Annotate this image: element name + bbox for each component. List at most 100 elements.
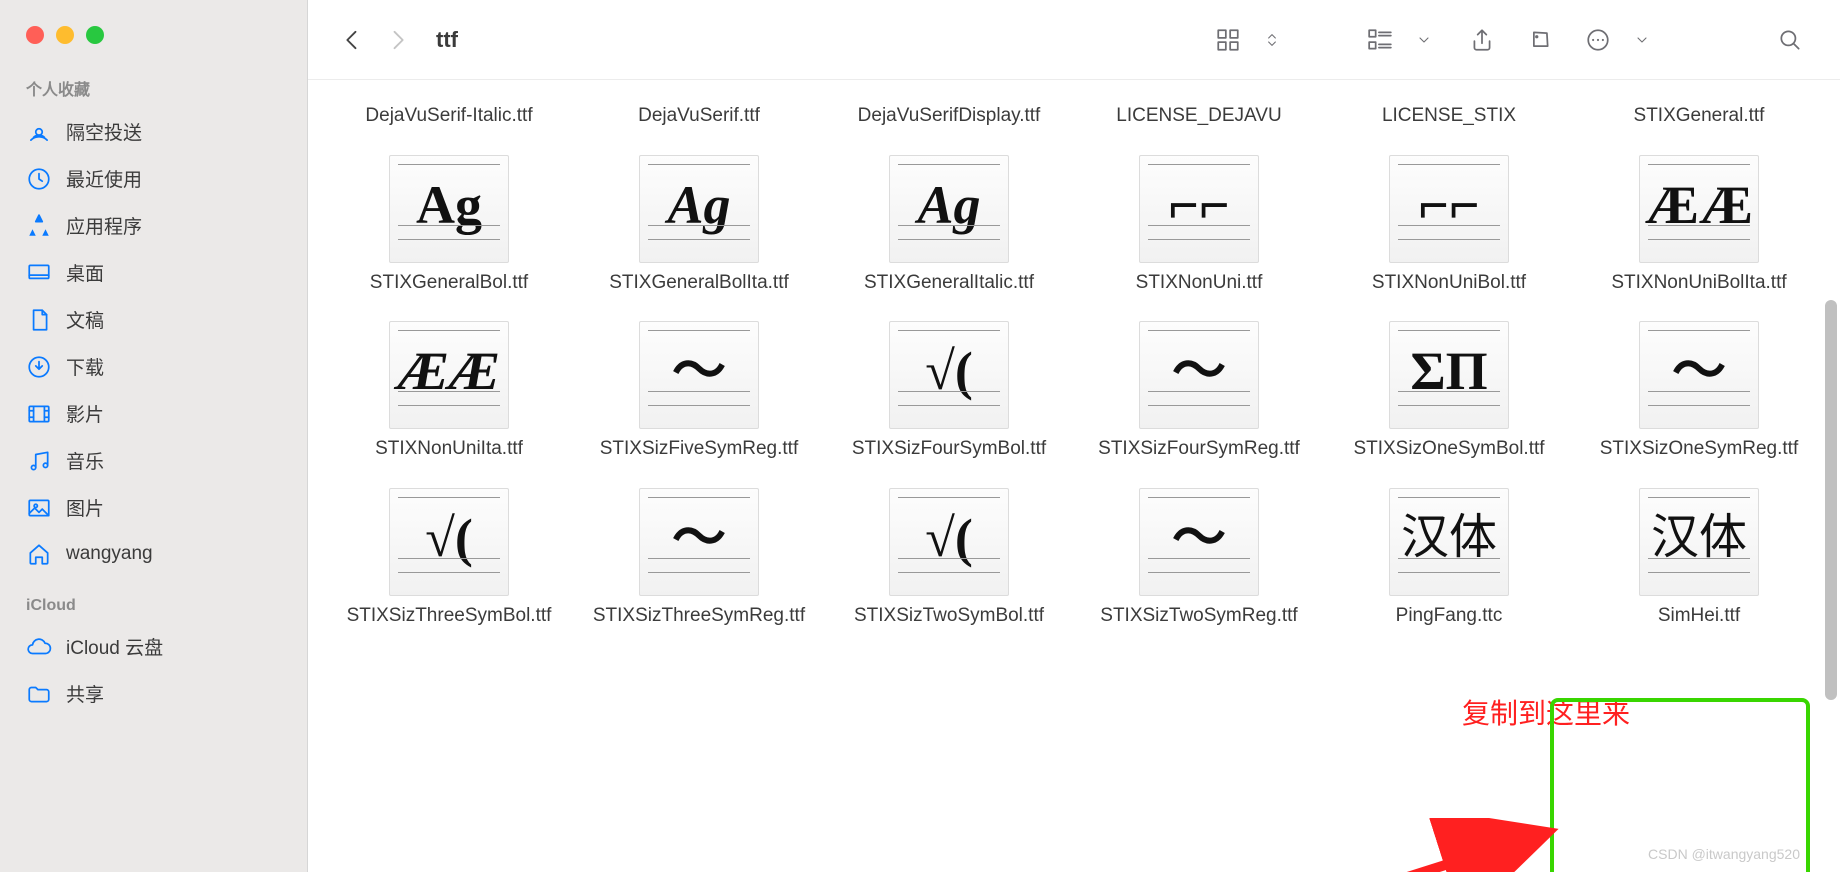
back-button[interactable]	[334, 18, 370, 62]
font-thumbnail: √(	[889, 488, 1009, 596]
file-item[interactable]: 汉体SimHei.ttf	[1578, 482, 1820, 639]
file-item[interactable]: ～STIXSizThreeSymReg.ttf	[578, 482, 820, 639]
applications-icon	[26, 213, 52, 239]
icon-view-icon[interactable]	[1204, 18, 1252, 62]
minimize-button[interactable]	[56, 26, 74, 44]
scrollbar[interactable]	[1825, 300, 1837, 700]
font-thumbnail: ～	[639, 321, 759, 429]
sidebar: 个人收藏 隔空投送最近使用应用程序桌面文稿下载影片音乐图片wangyang iC…	[0, 0, 308, 872]
sidebar-item-airdrop[interactable]: 隔空投送	[0, 108, 307, 155]
file-item[interactable]: AgSTIXGeneralBol.ttf	[328, 149, 570, 306]
fullscreen-button[interactable]	[86, 26, 104, 44]
file-item[interactable]: ΣΠ STIXSizOneSymBol.ttf	[1328, 315, 1570, 472]
font-thumbnail: ～	[1139, 321, 1259, 429]
sidebar-item-desktop[interactable]: 桌面	[0, 249, 307, 296]
sidebar-item-music[interactable]: 音乐	[0, 437, 307, 484]
cloud-icon	[26, 634, 52, 660]
sidebar-item-downloads[interactable]: 下载	[0, 343, 307, 390]
desktop-icon	[26, 260, 52, 286]
search-button[interactable]	[1766, 18, 1814, 62]
folder-title: ttf	[426, 27, 458, 53]
sidebar-item-cloud[interactable]: iCloud 云盘	[0, 623, 307, 670]
view-switcher[interactable]	[1204, 18, 1296, 62]
font-thumbnail: ΣΠ	[1389, 321, 1509, 429]
sidebar-item-label: wangyang	[66, 543, 153, 565]
file-item[interactable]: LICENSE_DEJAVU	[1078, 90, 1320, 139]
file-grid: DejaVuSerif-Italic.ttfDejaVuSerif.ttfDej…	[328, 90, 1820, 639]
file-label: STIXNonUni.ttf	[1136, 271, 1263, 296]
file-item[interactable]: DejaVuSerif-Italic.ttf	[328, 90, 570, 139]
group-by[interactable]	[1356, 18, 1448, 62]
sidebar-item-label: 应用程序	[66, 212, 142, 239]
sidebar-item-documents[interactable]: 文稿	[0, 296, 307, 343]
font-thumbnail: √(	[889, 321, 1009, 429]
sidebar-item-label: iCloud 云盘	[66, 633, 163, 660]
font-thumbnail: ÆÆ	[1639, 155, 1759, 263]
file-item[interactable]: ⌐⌐STIXNonUni.ttf	[1078, 149, 1320, 306]
file-grid-container[interactable]: DejaVuSerif-Italic.ttfDejaVuSerif.ttfDej…	[308, 80, 1840, 872]
more-icon[interactable]	[1574, 18, 1622, 62]
tags-button[interactable]	[1516, 18, 1564, 62]
sidebar-item-home[interactable]: wangyang	[0, 531, 307, 577]
close-button[interactable]	[26, 26, 44, 44]
sidebar-section-icloud: iCloud	[0, 591, 307, 623]
sidebar-item-label: 桌面	[66, 259, 104, 286]
font-thumbnail: ～	[1139, 488, 1259, 596]
file-label: STIXSizFourSymBol.ttf	[852, 437, 1046, 462]
sidebar-item-pictures[interactable]: 图片	[0, 484, 307, 531]
watermark: CSDN @itwangyang520	[1648, 846, 1800, 862]
font-thumbnail: ～	[639, 488, 759, 596]
more-button[interactable]	[1574, 18, 1666, 62]
pictures-icon	[26, 495, 52, 521]
sidebar-item-label: 音乐	[66, 447, 104, 474]
file-item[interactable]: √(STIXSizThreeSymBol.ttf	[328, 482, 570, 639]
font-thumbnail: Ag	[889, 155, 1009, 263]
file-label: SimHei.ttf	[1658, 604, 1740, 629]
sidebar-item-clock[interactable]: 最近使用	[0, 155, 307, 202]
chevron-down-icon[interactable]	[1618, 18, 1666, 62]
sidebar-item-movies[interactable]: 影片	[0, 390, 307, 437]
window-controls	[0, 20, 307, 70]
file-item[interactable]: √( STIXSizFourSymBol.ttf	[828, 315, 1070, 472]
file-item[interactable]: ～ STIXSizTwoSymReg.ttf	[1078, 482, 1320, 639]
file-item[interactable]: √( STIXSizTwoSymBol.ttf	[828, 482, 1070, 639]
file-label: LICENSE_DEJAVU	[1116, 104, 1281, 129]
file-item[interactable]: ÆÆSTIXNonUniBolIta.ttf	[1578, 149, 1820, 306]
clock-icon	[26, 166, 52, 192]
file-item[interactable]: ÆÆSTIXNonUniIta.ttf	[328, 315, 570, 472]
file-item[interactable]: STIXGeneral.ttf	[1578, 90, 1820, 139]
file-label: STIXGeneralItalic.ttf	[864, 271, 1034, 296]
file-item[interactable]: AgSTIXGeneralBolIta.ttf	[578, 149, 820, 306]
file-label: STIXSizOneSymBol.ttf	[1353, 437, 1544, 462]
file-item[interactable]: DejaVuSerif.ttf	[578, 90, 820, 139]
chevron-updown-icon[interactable]	[1248, 18, 1296, 62]
file-item[interactable]: DejaVuSerifDisplay.ttf	[828, 90, 1070, 139]
file-label: STIXSizTwoSymBol.ttf	[854, 604, 1044, 629]
sidebar-item-applications[interactable]: 应用程序	[0, 202, 307, 249]
file-item[interactable]: ⌐⌐ STIXNonUniBol.ttf	[1328, 149, 1570, 306]
finder-window: 个人收藏 隔空投送最近使用应用程序桌面文稿下载影片音乐图片wangyang iC…	[0, 0, 1840, 872]
file-item[interactable]: ～STIXSizFiveSymReg.ttf	[578, 315, 820, 472]
share-button[interactable]	[1458, 18, 1506, 62]
chevron-down-icon[interactable]	[1400, 18, 1448, 62]
sidebar-item-label: 影片	[66, 400, 104, 427]
sidebar-item-label: 共享	[66, 680, 104, 707]
sidebar-item-shared[interactable]: 共享	[0, 670, 307, 717]
file-item[interactable]: Ag STIXGeneralItalic.ttf	[828, 149, 1070, 306]
font-thumbnail: ⌐⌐	[1389, 155, 1509, 263]
sidebar-item-label: 文稿	[66, 306, 104, 333]
file-item[interactable]: LICENSE_STIX	[1328, 90, 1570, 139]
file-item[interactable]: 汉体PingFang.ttc	[1328, 482, 1570, 639]
group-icon[interactable]	[1356, 18, 1404, 62]
file-label: STIXSizTwoSymReg.ttf	[1100, 604, 1297, 629]
font-thumbnail: ～	[1639, 321, 1759, 429]
file-item[interactable]: ～STIXSizOneSymReg.ttf	[1578, 315, 1820, 472]
forward-button[interactable]	[380, 18, 416, 62]
sidebar-item-label: 隔空投送	[66, 118, 142, 145]
file-label: STIXNonUniBol.ttf	[1372, 271, 1526, 296]
file-label: STIXNonUniIta.ttf	[375, 437, 523, 462]
shared-icon	[26, 681, 52, 707]
documents-icon	[26, 307, 52, 333]
toolbar: ttf	[308, 0, 1840, 80]
file-item[interactable]: ～STIXSizFourSymReg.ttf	[1078, 315, 1320, 472]
